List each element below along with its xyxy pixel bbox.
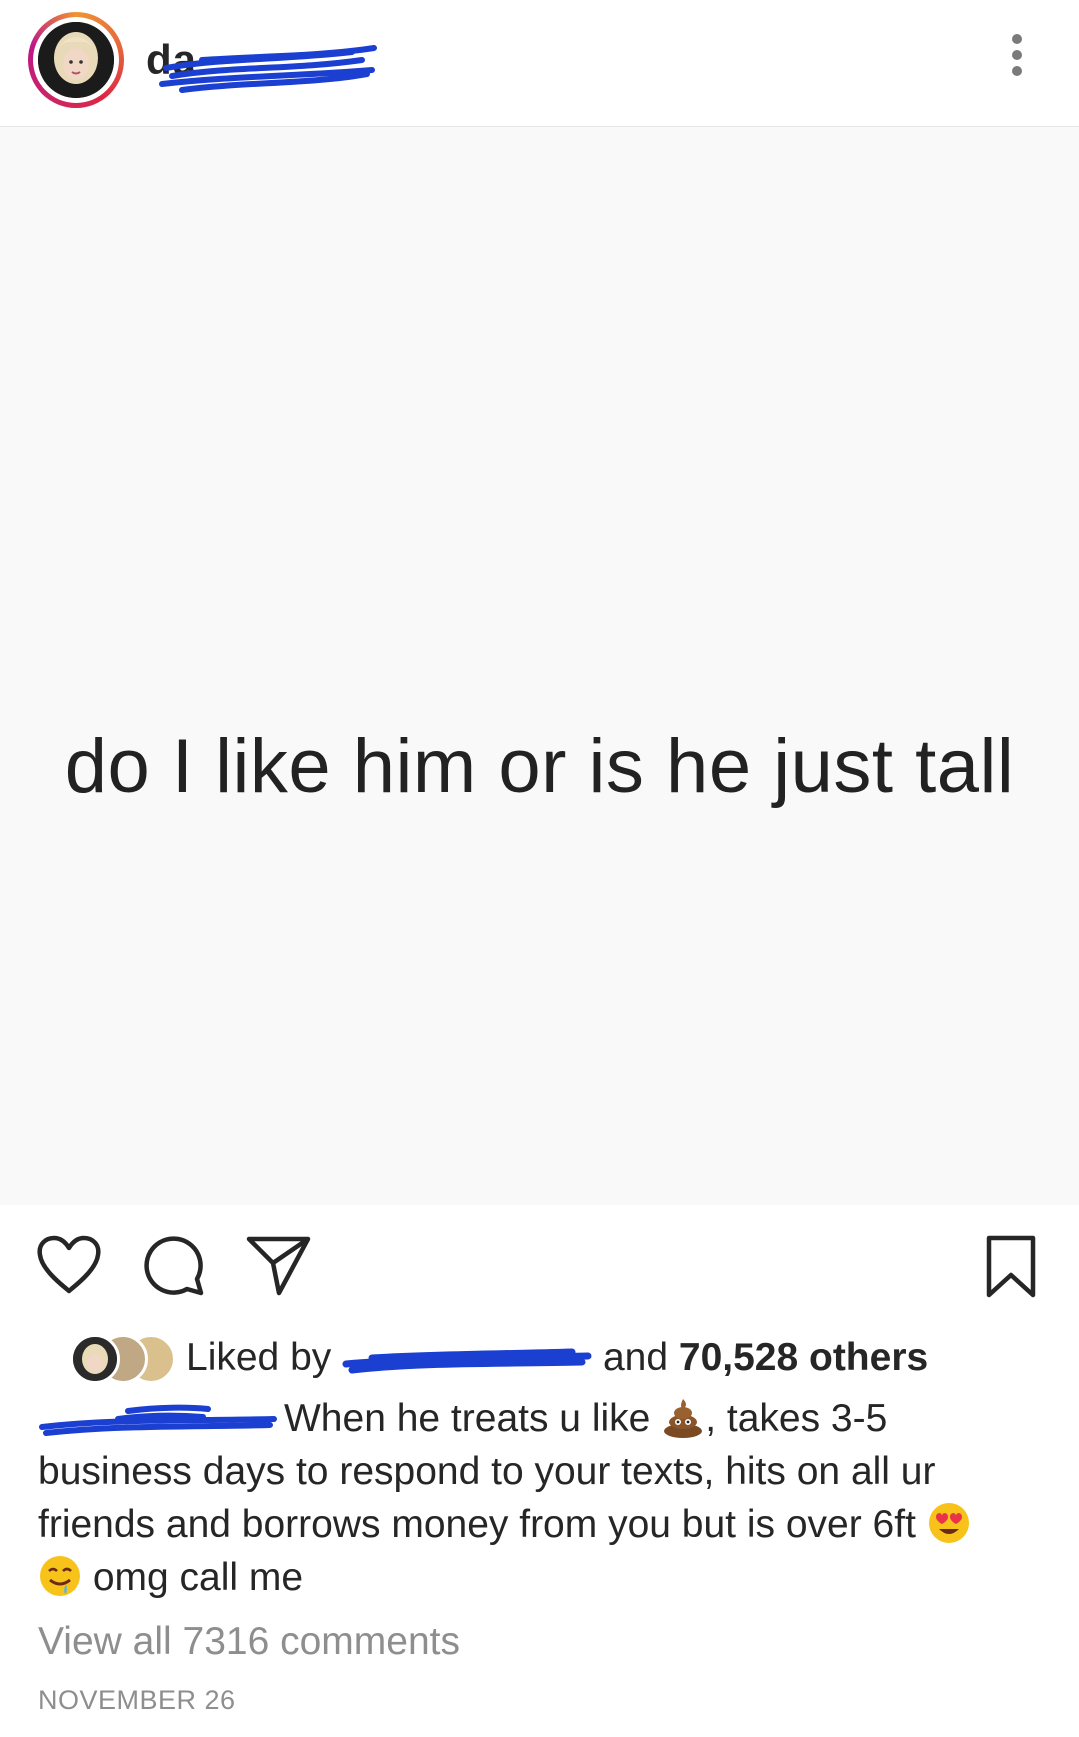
avatar-photo — [38, 22, 114, 98]
avatar-border — [33, 17, 119, 103]
liker-avatar-photo — [73, 1337, 117, 1381]
liker-username-redacted[interactable] — [342, 1336, 592, 1380]
likes-count[interactable]: 70,528 others — [679, 1336, 928, 1379]
redaction-scribble — [39, 1404, 277, 1436]
bookmark-icon[interactable] — [985, 1235, 1037, 1299]
heart-eyes-emoji-icon — [928, 1503, 969, 1543]
story-avatar[interactable] — [28, 12, 124, 108]
caption: When he treats u like , takes 3-5 busine… — [38, 1392, 1038, 1604]
post-date: NOVEMBER 26 — [38, 1685, 236, 1715]
action-bar — [0, 1205, 1079, 1315]
redaction-scribble — [342, 1348, 592, 1374]
send-icon[interactable] — [246, 1235, 312, 1297]
caption-username-redacted[interactable] — [38, 1392, 284, 1445]
post-header: da — [0, 0, 1079, 127]
likes-row: Liked by and 70,528 others — [38, 1326, 1038, 1386]
caption-text-3: omg call me — [92, 1556, 304, 1599]
avatar — [38, 22, 114, 98]
view-all-comments-link[interactable]: View all 7316 comments — [38, 1620, 460, 1664]
likes-text[interactable]: Liked by and 70,528 others — [186, 1336, 928, 1380]
poop-emoji-icon — [664, 1399, 703, 1438]
liked-by-label: Liked by — [186, 1336, 332, 1379]
post-image[interactable]: do I like him or is he just tall — [0, 127, 1079, 1205]
liker-avatar[interactable] — [70, 1334, 120, 1384]
username-link[interactable]: da — [142, 30, 402, 93]
caption-text-1: When he treats u like — [284, 1397, 651, 1440]
likes-and: and — [602, 1336, 669, 1379]
redaction-scribble — [159, 45, 377, 93]
comment-icon[interactable] — [143, 1235, 205, 1297]
drooling-emoji-icon — [40, 1556, 80, 1596]
more-vertical-icon[interactable] — [1007, 34, 1027, 82]
post-image-text: do I like him or is he just tall — [64, 724, 1015, 809]
heart-icon[interactable] — [36, 1235, 102, 1295]
